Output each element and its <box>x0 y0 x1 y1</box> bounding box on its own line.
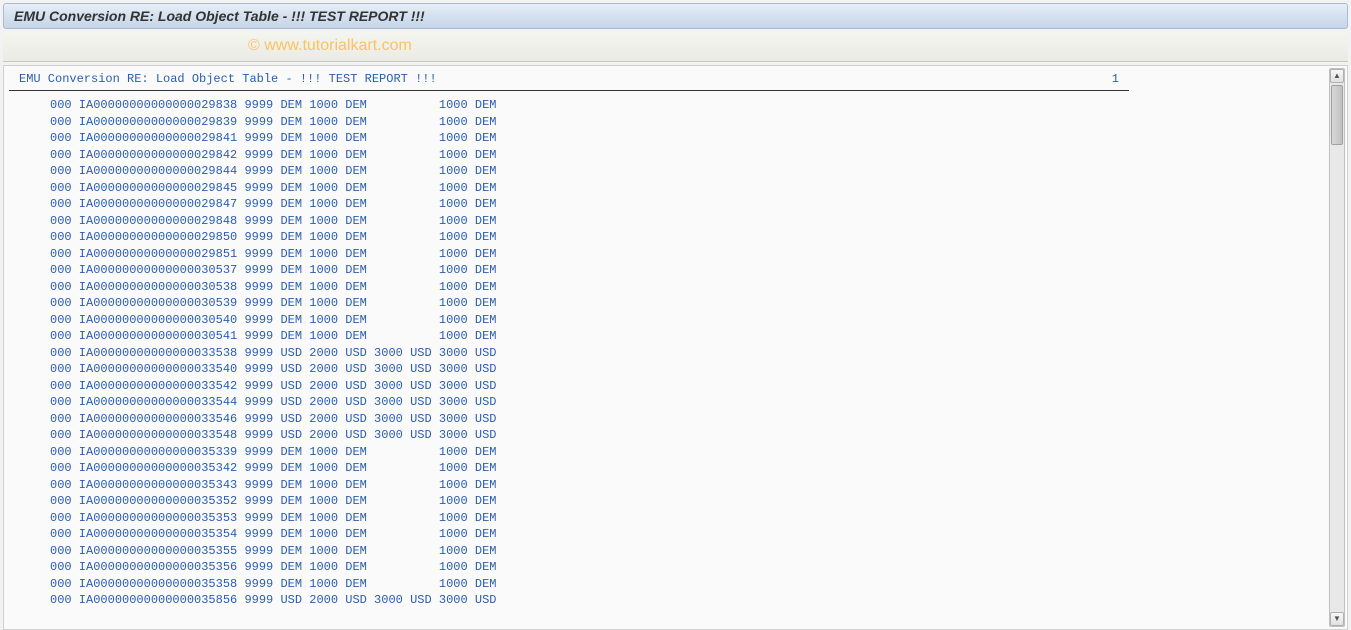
scroll-thumb[interactable] <box>1331 85 1343 145</box>
report-row: 000 IA00000000000000035856 9999 USD 2000… <box>14 592 1337 609</box>
report-row: 000 IA00000000000000035342 9999 DEM 1000… <box>14 460 1337 477</box>
window-title: EMU Conversion RE: Load Object Table - !… <box>14 8 425 24</box>
report-row: 000 IA00000000000000029842 9999 DEM 1000… <box>14 147 1337 164</box>
report-row: 000 IA00000000000000029847 9999 DEM 1000… <box>14 196 1337 213</box>
report-heading: EMU Conversion RE: Load Object Table - !… <box>19 72 437 86</box>
application-toolbar: © www.tutorialkart.com <box>3 32 1348 62</box>
report-row: 000 IA00000000000000035343 9999 DEM 1000… <box>14 477 1337 494</box>
report-row: 000 IA00000000000000029848 9999 DEM 1000… <box>14 213 1337 230</box>
report-row: 000 IA00000000000000035355 9999 DEM 1000… <box>14 543 1337 560</box>
report-row: 000 IA00000000000000030541 9999 DEM 1000… <box>14 328 1337 345</box>
report-row: 000 IA00000000000000033548 9999 USD 2000… <box>14 427 1337 444</box>
report-row: 000 IA00000000000000033538 9999 USD 2000… <box>14 345 1337 362</box>
report-row: 000 IA00000000000000030537 9999 DEM 1000… <box>14 262 1337 279</box>
report-row: 000 IA00000000000000033544 9999 USD 2000… <box>14 394 1337 411</box>
report-row: 000 IA00000000000000033542 9999 USD 2000… <box>14 378 1337 395</box>
report-row: 000 IA00000000000000033540 9999 USD 2000… <box>14 361 1337 378</box>
report-row: 000 IA00000000000000035352 9999 DEM 1000… <box>14 493 1337 510</box>
report-row: 000 IA00000000000000029839 9999 DEM 1000… <box>14 114 1337 131</box>
report-row: 000 IA00000000000000035353 9999 DEM 1000… <box>14 510 1337 527</box>
report-page-number: 1 <box>1112 72 1119 86</box>
report-row: 000 IA00000000000000029850 9999 DEM 1000… <box>14 229 1337 246</box>
report-row: 000 IA00000000000000035358 9999 DEM 1000… <box>14 576 1337 593</box>
window-title-bar: EMU Conversion RE: Load Object Table - !… <box>3 3 1348 29</box>
report-row: 000 IA00000000000000029845 9999 DEM 1000… <box>14 180 1337 197</box>
vertical-scrollbar[interactable]: ▲ ▼ <box>1329 68 1345 627</box>
watermark-text: © www.tutorialkart.com <box>248 37 412 55</box>
report-body: 000 IA00000000000000029838 9999 DEM 1000… <box>4 97 1347 609</box>
scroll-down-button[interactable]: ▼ <box>1330 612 1344 626</box>
report-content-area: EMU Conversion RE: Load Object Table - !… <box>3 65 1348 630</box>
report-row: 000 IA00000000000000035356 9999 DEM 1000… <box>14 559 1337 576</box>
report-row: 000 IA00000000000000029841 9999 DEM 1000… <box>14 130 1337 147</box>
report-row: 000 IA00000000000000033546 9999 USD 2000… <box>14 411 1337 428</box>
report-row: 000 IA00000000000000029844 9999 DEM 1000… <box>14 163 1337 180</box>
report-row: 000 IA00000000000000035354 9999 DEM 1000… <box>14 526 1337 543</box>
report-row: 000 IA00000000000000035339 9999 DEM 1000… <box>14 444 1337 461</box>
scroll-up-button[interactable]: ▲ <box>1330 69 1344 83</box>
report-row: 000 IA00000000000000030540 9999 DEM 1000… <box>14 312 1337 329</box>
report-row: 000 IA00000000000000030539 9999 DEM 1000… <box>14 295 1337 312</box>
report-row: 000 IA00000000000000029838 9999 DEM 1000… <box>14 97 1337 114</box>
report-row: 000 IA00000000000000029851 9999 DEM 1000… <box>14 246 1337 263</box>
report-header-line: EMU Conversion RE: Load Object Table - !… <box>9 66 1129 91</box>
report-row: 000 IA00000000000000030538 9999 DEM 1000… <box>14 279 1337 296</box>
